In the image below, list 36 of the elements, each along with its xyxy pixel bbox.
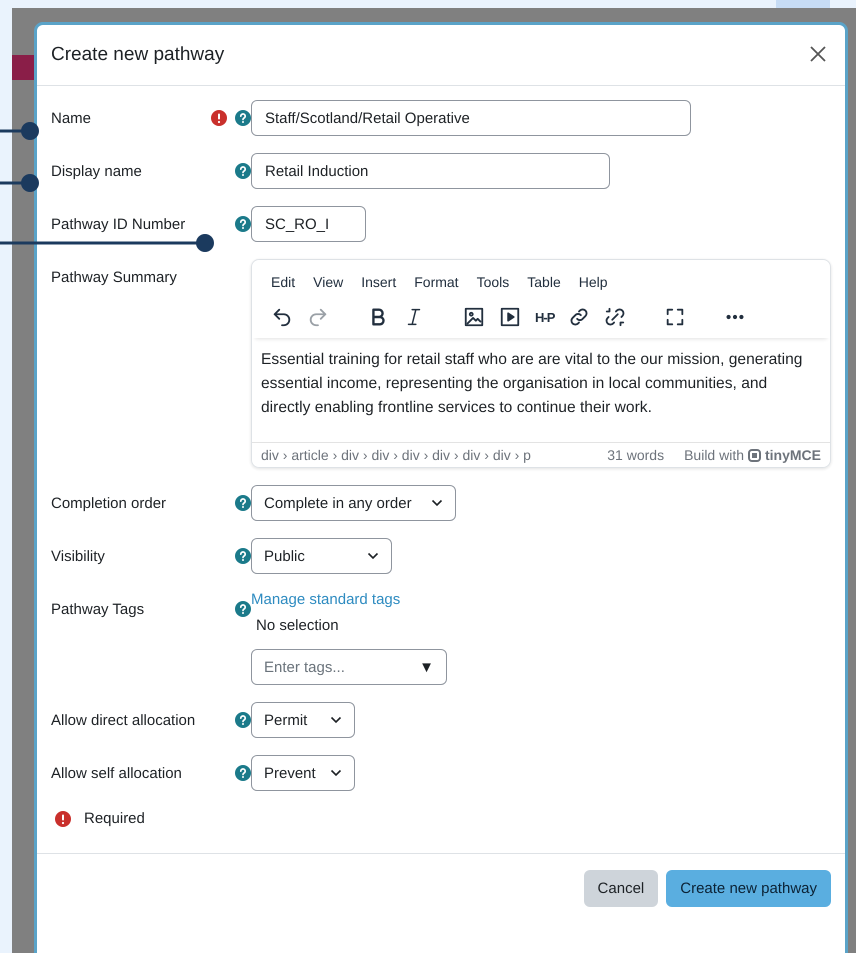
- create-button[interactable]: Create new pathway: [666, 870, 831, 907]
- h5p-button[interactable]: H-P: [535, 310, 554, 324]
- word-count: 31 words: [607, 447, 664, 463]
- menu-item[interactable]: Help: [572, 270, 615, 294]
- manage-tags-link[interactable]: Manage standard tags: [251, 591, 400, 608]
- field-label: Display name: [51, 162, 143, 180]
- field-label: Allow self allocation: [51, 764, 183, 782]
- menu-item[interactable]: Insert: [354, 270, 404, 294]
- element-path: div › article › div › div › div › div › div › div › p: [261, 447, 532, 463]
- required-note: Required: [84, 810, 145, 827]
- brand-prefix: Build with: [684, 447, 744, 463]
- menu-item[interactable]: Tools: [470, 270, 516, 294]
- editor-text: Essential training for retail staff who are are vital to the our mission, generating essential income, representing the organisation in local communities, and directly enabling frontline services to continue their work.: [260, 350, 804, 418]
- field-label: Visibility: [51, 548, 106, 564]
- tags-field[interactable]: Enter tags... ▼: [251, 649, 447, 685]
- field-label: Pathway Summary: [51, 268, 178, 286]
- field-label: Allow direct allocation: [51, 712, 196, 728]
- text-field[interactable]: SC_RO_I: [251, 206, 366, 242]
- dialog-title: Create new pathway: [51, 44, 224, 66]
- field-label: Name: [51, 110, 92, 126]
- dropdown[interactable]: Complete in any order: [251, 485, 456, 521]
- menu-item[interactable]: View: [306, 270, 350, 294]
- selection-text: No selection: [256, 617, 339, 634]
- field-label: Completion order: [51, 494, 168, 512]
- dropdown[interactable]: Prevent: [251, 755, 355, 791]
- menu-item[interactable]: Edit: [264, 270, 302, 294]
- menu-item[interactable]: Format: [407, 270, 466, 294]
- dropdown[interactable]: Permit: [251, 702, 355, 738]
- cancel-button[interactable]: Cancel: [584, 870, 658, 907]
- field-label: Pathway Tags: [51, 600, 146, 618]
- menu-item[interactable]: Table: [520, 270, 568, 294]
- dropdown[interactable]: Public: [251, 538, 392, 574]
- brand-name: tinyMCE: [765, 447, 821, 463]
- field-label: Pathway ID Number: [51, 216, 186, 232]
- text-field[interactable]: Retail Induction: [251, 153, 610, 189]
- text-field[interactable]: Staff/Scotland/Retail Operative: [251, 100, 691, 136]
